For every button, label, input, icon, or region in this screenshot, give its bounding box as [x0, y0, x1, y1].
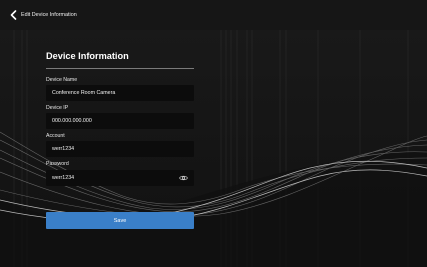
password-value: werr1234 — [52, 175, 75, 181]
password-field[interactable]: werr1234 — [46, 170, 194, 186]
form-title: Device Information — [46, 51, 129, 61]
page-title: Edit Device Information — [21, 12, 77, 18]
save-button[interactable]: Save — [46, 212, 194, 229]
save-label: Save — [113, 217, 127, 224]
password-label: Password — [46, 161, 69, 167]
device-ip-field[interactable]: 000.000.000.000 — [46, 113, 194, 129]
back-button[interactable] — [6, 7, 20, 23]
device-name-field[interactable]: Conference Room Camera — [46, 85, 194, 101]
chevron-left-icon — [10, 10, 16, 20]
title-divider — [46, 68, 194, 69]
device-name-value: Conference Room Camera — [52, 90, 116, 96]
account-label: Account — [46, 133, 65, 139]
account-field[interactable]: werr1234 — [46, 141, 194, 157]
account-value: werr1234 — [52, 146, 75, 152]
device-ip-label: Device IP — [46, 105, 69, 111]
top-bar: Edit Device Information — [0, 0, 427, 30]
device-name-label: Device Name — [46, 77, 78, 83]
device-ip-value: 000.000.000.000 — [52, 118, 92, 124]
eye-icon[interactable] — [179, 174, 188, 182]
